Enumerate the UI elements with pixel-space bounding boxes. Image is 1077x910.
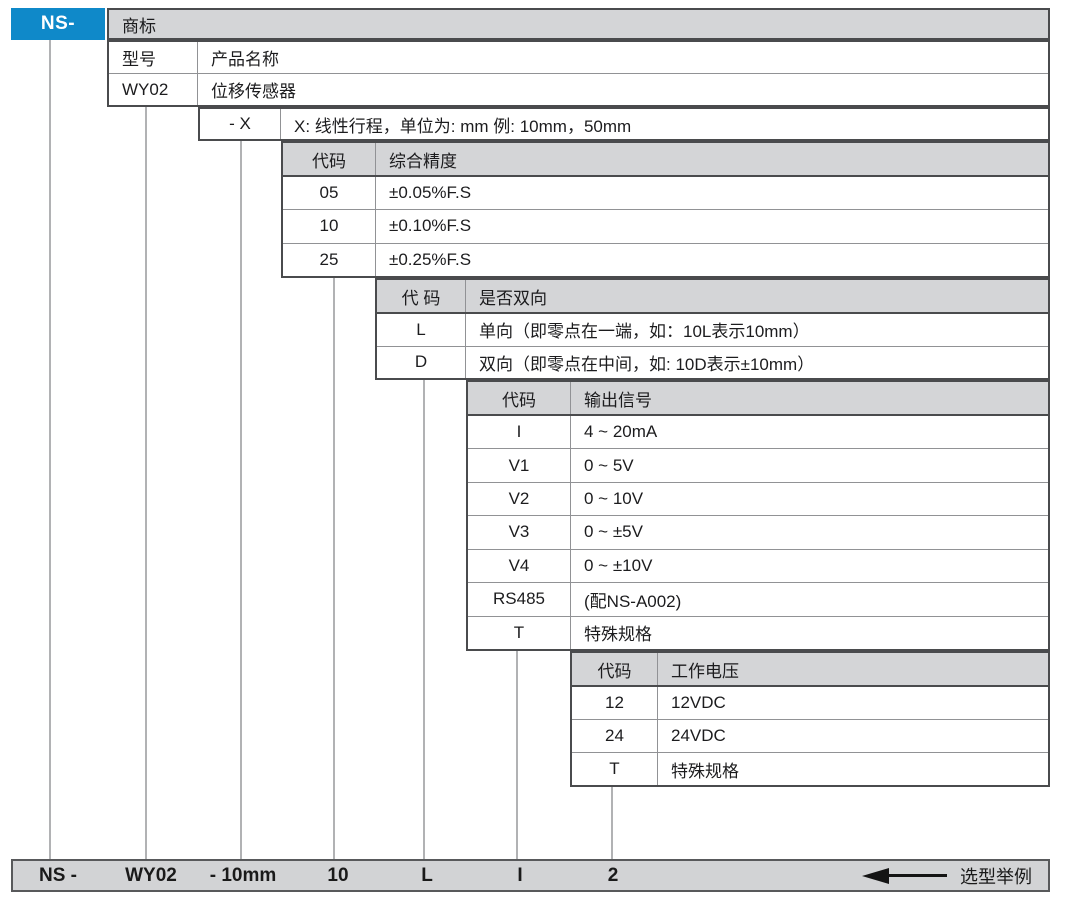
code-cell: I [468, 416, 571, 448]
connector-line [333, 277, 335, 859]
desc-cell: ±0.05%F.S [376, 177, 1048, 209]
desc-cell: 双向（即零点在中间，如: 10D表示±10mm） [466, 347, 1048, 379]
stroke-desc-cell: X: 线性行程，单位为: mm 例: 10mm，50mm [281, 109, 1048, 139]
arrow-shaft [889, 874, 947, 877]
desc-cell: 24VDC [658, 720, 1048, 752]
example-segment-model: WY02 [125, 865, 177, 887]
table-row: I 4 ~ 20mA [468, 416, 1048, 448]
desc-cell: 4 ~ 20mA [571, 416, 1048, 448]
table-row: 24 24VDC [572, 719, 1048, 752]
connector-line [423, 379, 425, 859]
connector-line [516, 650, 518, 859]
example-segment-prefix: NS - [39, 865, 77, 887]
table-row: 05 ±0.05%F.S [283, 177, 1048, 209]
model-header-code-cell: 型号 [109, 42, 198, 73]
desc-cell: 12VDC [658, 687, 1048, 719]
arrow-left-icon [862, 868, 889, 884]
accuracy-header-desc-cell: 综合精度 [376, 143, 1048, 175]
code-cell: RS485 [468, 583, 571, 615]
direction-header-desc-cell: 是否双向 [466, 280, 1048, 312]
table-row: T 特殊规格 [468, 616, 1048, 649]
connector-line [145, 106, 147, 859]
example-segment-accuracy: 10 [327, 865, 348, 887]
direction-header-row: 代 码 是否双向 [377, 280, 1048, 314]
desc-cell: 0 ~ ±10V [571, 550, 1048, 582]
model-code-cell: WY02 [109, 74, 198, 105]
desc-cell: ±0.10%F.S [376, 210, 1048, 242]
output-table: 代码 输出信号 I 4 ~ 20mA V1 0 ~ 5V V2 0 ~ 10V … [466, 380, 1050, 651]
table-row: V1 0 ~ 5V [468, 448, 1048, 481]
desc-cell: 0 ~ 10V [571, 483, 1048, 515]
table-row: 10 ±0.10%F.S [283, 209, 1048, 242]
voltage-table: 代码 工作电压 12 12VDC 24 24VDC T 特殊规格 [570, 651, 1050, 787]
code-cell: T [572, 753, 658, 785]
desc-cell: ±0.25%F.S [376, 244, 1048, 276]
code-cell: D [377, 347, 466, 379]
code-cell: 24 [572, 720, 658, 752]
code-cell: 12 [572, 687, 658, 719]
desc-cell: 特殊规格 [658, 753, 1048, 785]
model-row: WY02 位移传感器 [109, 73, 1048, 105]
stroke-row: - X X: 线性行程，单位为: mm 例: 10mm，50mm [200, 109, 1048, 139]
example-segment-direction: L [421, 865, 433, 887]
prefix-box: NS- [11, 8, 105, 40]
example-segment-voltage: 2 [608, 865, 619, 887]
code-cell: V2 [468, 483, 571, 515]
code-cell: V1 [468, 449, 571, 481]
prefix-label: NS- [41, 13, 75, 35]
code-cell: V3 [468, 516, 571, 548]
example-pointer: 选型举例 [862, 863, 1032, 889]
table-row: T 特殊规格 [572, 752, 1048, 785]
stroke-code-cell: - X [200, 109, 281, 139]
code-cell: L [377, 314, 466, 346]
trademark-label: 商标 [122, 12, 156, 37]
accuracy-header-row: 代码 综合精度 [283, 143, 1048, 177]
model-desc-cell: 位移传感器 [198, 74, 1048, 105]
code-cell: 25 [283, 244, 376, 276]
table-row: 25 ±0.25%F.S [283, 243, 1048, 276]
output-header-code-cell: 代码 [468, 382, 571, 414]
model-header-row: 型号 产品名称 [109, 42, 1048, 73]
desc-cell: 单向（即零点在一端，如：10L表示10mm） [466, 314, 1048, 346]
connector-line [240, 140, 242, 859]
table-row: V2 0 ~ 10V [468, 482, 1048, 515]
accuracy-table: 代码 综合精度 05 ±0.05%F.S 10 ±0.10%F.S 25 ±0.… [281, 141, 1050, 278]
accuracy-header-code-cell: 代码 [283, 143, 376, 175]
code-cell: V4 [468, 550, 571, 582]
table-row: L 单向（即零点在一端，如：10L表示10mm） [377, 314, 1048, 346]
code-cell: T [468, 617, 571, 649]
output-header-desc-cell: 输出信号 [571, 382, 1048, 414]
voltage-header-desc-cell: 工作电压 [658, 653, 1048, 685]
voltage-header-row: 代码 工作电压 [572, 653, 1048, 687]
connector-line [49, 39, 51, 859]
code-cell: 10 [283, 210, 376, 242]
code-cell: 05 [283, 177, 376, 209]
table-row: D 双向（即零点在中间，如: 10D表示±10mm） [377, 346, 1048, 379]
direction-header-code-cell: 代 码 [377, 280, 466, 312]
table-row: 12 12VDC [572, 687, 1048, 719]
desc-cell: 0 ~ ±5V [571, 516, 1048, 548]
stroke-table: - X X: 线性行程，单位为: mm 例: 10mm，50mm [198, 107, 1050, 141]
table-row: V4 0 ~ ±10V [468, 549, 1048, 582]
model-selection-diagram: NS- 商标 型号 产品名称 WY02 位移传感器 - X X: 线性行程，单位… [0, 0, 1077, 910]
model-table: 型号 产品名称 WY02 位移传感器 [107, 40, 1050, 107]
model-header-desc-cell: 产品名称 [198, 42, 1048, 73]
trademark-row: 商标 [107, 8, 1050, 40]
table-row: RS485 (配NS-A002) [468, 582, 1048, 615]
example-segment-stroke: - 10mm [210, 865, 277, 887]
connector-line [611, 786, 613, 859]
example-bar: NS - WY02 - 10mm 10 L I 2 选型举例 [11, 859, 1050, 892]
example-segment-output: I [517, 865, 522, 887]
output-header-row: 代码 输出信号 [468, 382, 1048, 416]
direction-table: 代 码 是否双向 L 单向（即零点在一端，如：10L表示10mm） D 双向（即… [375, 278, 1050, 380]
desc-cell: 特殊规格 [571, 617, 1048, 649]
voltage-header-code-cell: 代码 [572, 653, 658, 685]
desc-cell: (配NS-A002) [571, 583, 1048, 615]
desc-cell: 0 ~ 5V [571, 449, 1048, 481]
table-row: V3 0 ~ ±5V [468, 515, 1048, 548]
example-label: 选型举例 [960, 863, 1032, 889]
